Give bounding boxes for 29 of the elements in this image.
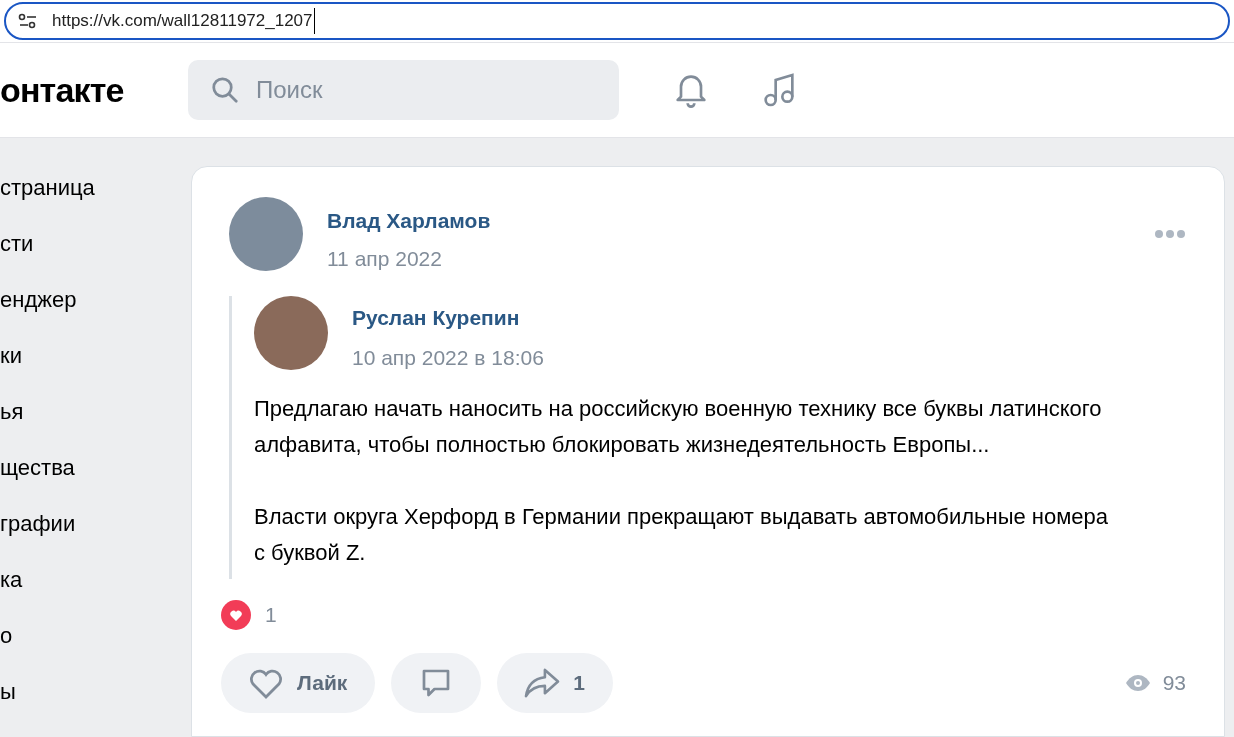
sidebar-item[interactable]: енджер <box>0 284 191 315</box>
reaction-count: 1 <box>265 602 277 628</box>
author-name[interactable]: Руслан Курепин <box>352 302 544 334</box>
share-button[interactable]: 1 <box>497 652 614 713</box>
sidebar-item[interactable]: сти <box>0 228 191 259</box>
sidebar-item[interactable]: графии <box>0 508 191 539</box>
sidebar-item[interactable]: ья <box>0 396 191 427</box>
share-arrow-icon <box>523 666 562 699</box>
logo-text[interactable]: онтакте <box>0 64 188 116</box>
search-field[interactable]: Поиск <box>188 60 619 120</box>
search-icon <box>210 75 240 105</box>
post-text: Власти округа Херфорд в Германии прекращают выдавать автомобильные номера с буквой Z. <box>254 503 1110 567</box>
address-bar[interactable]: https://vk.com/wall12811972_1207 <box>4 2 1230 40</box>
view-count: 93 <box>1162 669 1186 696</box>
like-button[interactable]: Лайк <box>221 652 376 713</box>
sidebar-item[interactable]: страница <box>0 172 191 203</box>
search-input[interactable]: Поиск <box>256 72 556 108</box>
sidebar-item[interactable]: о <box>0 620 191 651</box>
eye-icon <box>1124 673 1151 692</box>
post-text: Предлагаю начать наносить на российскую военную технику все буквы латинского алфавита, чтобы полностью блокировать жизнедеятельность Европы... <box>254 395 1103 459</box>
heart-reaction-icon[interactable] <box>221 599 251 630</box>
author-name[interactable]: Влад Харламов <box>327 205 491 237</box>
url-text: https://vk.com/wall12811972_1207 <box>52 8 315 34</box>
sidebar-item[interactable]: ы <box>0 676 191 707</box>
more-options-icon[interactable] <box>1154 229 1186 239</box>
sidebar-item[interactable]: щества <box>0 452 191 483</box>
site-settings-icon[interactable] <box>18 13 38 29</box>
sidebar-item[interactable]: ка <box>0 564 191 595</box>
sidebar-item[interactable]: ки <box>0 340 191 371</box>
